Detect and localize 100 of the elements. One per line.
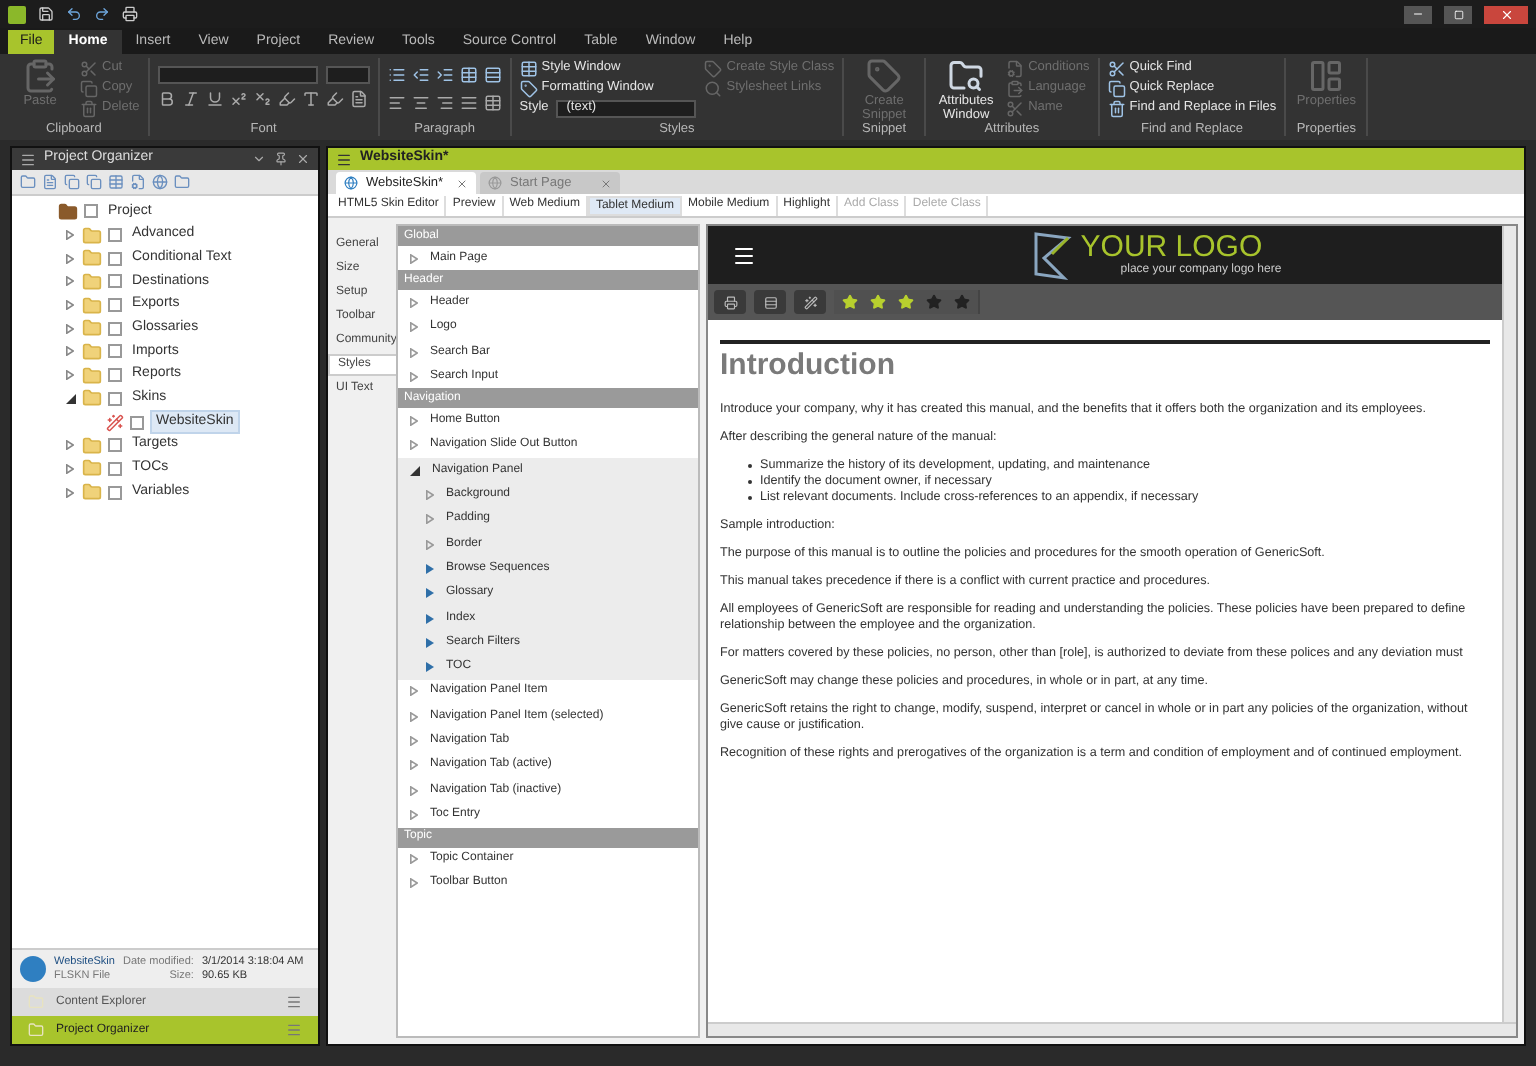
minimize-button[interactable] bbox=[1404, 5, 1432, 23]
file-icon bbox=[20, 956, 46, 982]
checkbox[interactable] bbox=[108, 274, 122, 289]
expand-arrow-icon[interactable] bbox=[426, 563, 434, 574]
format-icon[interactable] bbox=[157, 90, 176, 108]
folder-icon bbox=[82, 435, 102, 456]
format-icon[interactable] bbox=[253, 90, 272, 108]
toolbar-icon[interactable] bbox=[130, 174, 146, 190]
empty-arrow-icon[interactable] bbox=[426, 490, 434, 501]
collapsed-arrow-icon[interactable] bbox=[410, 711, 418, 722]
dropdown-icon[interactable] bbox=[252, 152, 266, 166]
collapsed-arrow-icon[interactable] bbox=[410, 686, 418, 697]
collapsed-arrow-icon[interactable] bbox=[410, 878, 418, 889]
collapsed-arrow-icon[interactable] bbox=[66, 463, 74, 474]
toolbar-icon[interactable] bbox=[152, 174, 168, 190]
font-family-dropdown[interactable] bbox=[157, 66, 318, 84]
expanded-arrow-icon[interactable] bbox=[410, 465, 420, 476]
expand-arrow-icon[interactable] bbox=[426, 662, 434, 673]
collapsed-arrow-icon[interactable] bbox=[410, 809, 418, 820]
folder-icon bbox=[82, 318, 102, 339]
close-icon bbox=[456, 177, 468, 189]
expand-arrow-icon[interactable] bbox=[426, 637, 434, 648]
close-icon bbox=[1499, 7, 1513, 21]
collapsed-arrow-icon[interactable] bbox=[410, 297, 418, 308]
menu-icon bbox=[286, 994, 302, 1010]
collapsed-arrow-icon[interactable] bbox=[66, 370, 74, 381]
checkbox[interactable] bbox=[108, 485, 122, 500]
toolbar-button[interactable] bbox=[794, 290, 826, 314]
menu-icon[interactable] bbox=[336, 151, 352, 167]
format-icon[interactable] bbox=[277, 90, 296, 108]
folder-icon bbox=[82, 388, 102, 409]
checkbox[interactable] bbox=[108, 368, 122, 383]
collapsed-arrow-icon[interactable] bbox=[410, 347, 418, 358]
empty-arrow-icon[interactable] bbox=[426, 514, 434, 525]
close-icon bbox=[600, 177, 612, 189]
toolbar-icon[interactable] bbox=[20, 174, 36, 190]
pin-icon[interactable] bbox=[274, 152, 288, 166]
collapsed-arrow-icon[interactable] bbox=[410, 322, 418, 333]
collapsed-arrow-icon[interactable] bbox=[410, 760, 418, 771]
folder-icon bbox=[82, 341, 102, 362]
toolbar-icon[interactable] bbox=[86, 174, 102, 190]
collapsed-arrow-icon[interactable] bbox=[66, 346, 74, 357]
folder-icon bbox=[28, 994, 44, 1010]
format-icon[interactable] bbox=[229, 90, 248, 108]
logo-title: YOUR LOGO bbox=[1080, 231, 1265, 261]
collapsed-arrow-icon[interactable] bbox=[410, 416, 418, 427]
toolbar-icon[interactable] bbox=[174, 174, 190, 190]
expanded-arrow-icon[interactable] bbox=[65, 393, 75, 404]
checkbox[interactable] bbox=[108, 438, 122, 453]
checkbox[interactable] bbox=[108, 391, 122, 406]
collapsed-arrow-icon[interactable] bbox=[410, 253, 418, 264]
checkbox[interactable] bbox=[108, 228, 122, 243]
toolbar-button[interactable] bbox=[714, 290, 746, 314]
checkbox[interactable] bbox=[84, 204, 98, 219]
checkbox[interactable] bbox=[108, 251, 122, 266]
format-icon[interactable] bbox=[181, 90, 200, 108]
toolbar-icon[interactable] bbox=[42, 174, 58, 190]
expand-arrow-icon[interactable] bbox=[426, 613, 434, 623]
collapsed-arrow-icon[interactable] bbox=[66, 230, 74, 241]
globe-icon bbox=[488, 176, 502, 190]
toolbar-icon[interactable] bbox=[64, 174, 80, 190]
collapsed-arrow-icon[interactable] bbox=[410, 735, 418, 746]
collapsed-arrow-icon[interactable] bbox=[410, 785, 418, 796]
redo-icon[interactable] bbox=[94, 6, 110, 22]
collapsed-arrow-icon[interactable] bbox=[66, 253, 74, 264]
format-icon[interactable] bbox=[205, 90, 224, 108]
close-icon[interactable] bbox=[296, 152, 310, 166]
expand-arrow-icon[interactable] bbox=[426, 588, 434, 599]
font-size-dropdown[interactable] bbox=[325, 66, 370, 84]
collapsed-arrow-icon[interactable] bbox=[66, 440, 74, 451]
toolbar-button[interactable] bbox=[754, 290, 786, 314]
collapsed-arrow-icon[interactable] bbox=[410, 854, 418, 865]
checkbox[interactable] bbox=[108, 321, 122, 336]
empty-arrow-icon[interactable] bbox=[426, 539, 434, 550]
checkbox[interactable] bbox=[108, 344, 122, 359]
checkbox[interactable] bbox=[130, 415, 144, 430]
star-icon[interactable] bbox=[954, 294, 970, 310]
collapsed-arrow-icon[interactable] bbox=[66, 276, 74, 287]
star-icon[interactable] bbox=[926, 294, 942, 310]
undo-icon[interactable] bbox=[66, 6, 82, 22]
folder-icon bbox=[82, 295, 102, 316]
save-icon[interactable] bbox=[38, 6, 54, 22]
collapsed-arrow-icon[interactable] bbox=[410, 371, 418, 382]
collapsed-arrow-icon[interactable] bbox=[410, 440, 418, 451]
format-icon[interactable] bbox=[301, 90, 320, 108]
collapsed-arrow-icon[interactable] bbox=[66, 323, 74, 334]
checkbox[interactable] bbox=[108, 298, 122, 313]
print-icon[interactable] bbox=[122, 6, 138, 22]
checkbox[interactable] bbox=[108, 461, 122, 476]
collapsed-arrow-icon[interactable] bbox=[66, 487, 74, 498]
folder-icon bbox=[28, 1022, 44, 1038]
format-icon[interactable] bbox=[325, 90, 344, 108]
maximize-button[interactable] bbox=[1444, 5, 1472, 23]
toolbar-icon[interactable] bbox=[108, 174, 124, 190]
folder-icon bbox=[82, 458, 102, 479]
collapsed-arrow-icon[interactable] bbox=[66, 300, 74, 311]
print-icon bbox=[723, 295, 737, 309]
menu-icon[interactable] bbox=[732, 243, 756, 267]
format-icon[interactable] bbox=[349, 90, 368, 108]
close-button[interactable] bbox=[1484, 5, 1528, 23]
